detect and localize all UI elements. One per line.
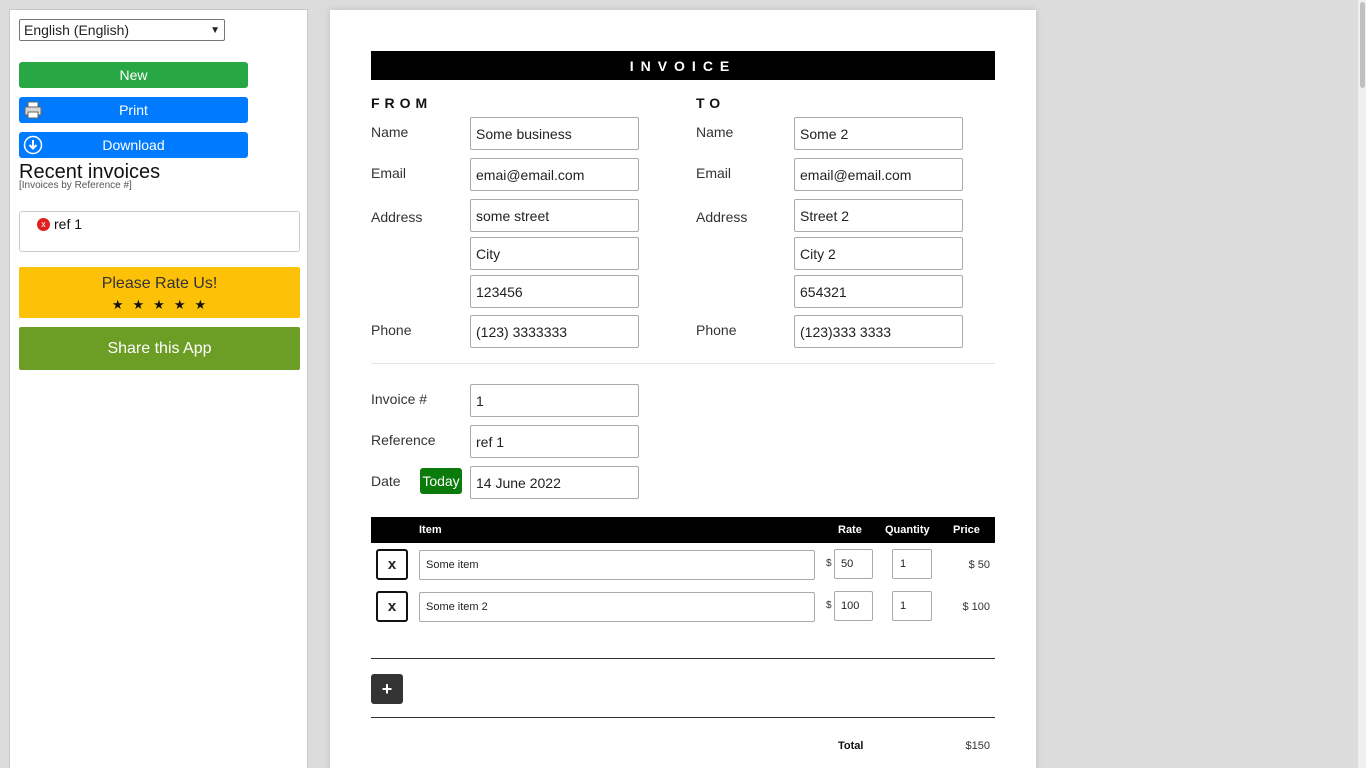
recent-invoices-list: x ref 1 [19, 211, 300, 252]
invoice-number-label: Invoice # [371, 391, 428, 407]
from-city-field[interactable]: City [470, 237, 639, 270]
today-button[interactable]: Today [420, 468, 462, 494]
items-divider-bottom [371, 717, 995, 718]
to-name-label: Name [696, 124, 734, 140]
item-rate-field[interactable]: 100 [834, 591, 873, 621]
item-price: $ 50 [968, 559, 990, 571]
from-address-label: Address [371, 209, 423, 225]
items-divider-top [371, 658, 995, 659]
recent-invoice-label: ref 1 [54, 216, 83, 232]
to-email-field[interactable]: email@email.com [794, 158, 963, 191]
recent-invoice-item[interactable]: x ref 1 [37, 216, 82, 232]
to-heading: TO [696, 95, 726, 111]
download-button-label: Download [102, 137, 165, 153]
date-label: Date [371, 473, 401, 489]
item-quantity-field[interactable]: 1 [892, 549, 932, 579]
from-name-label: Name [371, 124, 409, 140]
from-email-field[interactable]: emai@email.com [470, 158, 639, 191]
remove-item-button[interactable]: x [376, 591, 408, 622]
rate-column-header: Rate [838, 524, 862, 536]
item-column-header: Item [419, 524, 442, 536]
sidebar: English (English) ▼ New Print Download R… [9, 9, 308, 768]
print-button[interactable]: Print [19, 97, 248, 123]
from-name-field[interactable]: Some business [470, 117, 639, 150]
section-divider [371, 363, 995, 364]
to-email-label: Email [696, 165, 732, 181]
item-rate-field[interactable]: 50 [834, 549, 873, 579]
rate-us-button[interactable]: Please Rate Us! ★★★★★ [19, 267, 300, 318]
language-select-value: English (English) [24, 22, 130, 38]
from-heading: FROM [371, 95, 433, 111]
from-email-label: Email [371, 165, 407, 181]
to-name-field[interactable]: Some 2 [794, 117, 963, 150]
printer-icon [22, 99, 44, 121]
download-icon [22, 134, 44, 156]
total-label: Total [838, 740, 864, 752]
new-button[interactable]: New [19, 62, 248, 88]
reference-field[interactable]: ref 1 [470, 425, 639, 458]
to-street-field[interactable]: Street 2 [794, 199, 963, 232]
to-phone-field[interactable]: (123)333 3333 [794, 315, 963, 348]
currency-symbol: $ [826, 558, 832, 569]
rate-us-label: Please Rate Us! [101, 275, 218, 292]
scrollbar-thumb[interactable] [1360, 2, 1365, 88]
reference-label: Reference [371, 432, 436, 448]
invoice-number-field[interactable]: 1 [470, 384, 639, 417]
from-zip-field[interactable]: 123456 [470, 275, 639, 308]
date-field[interactable]: 14 June 2022 [470, 466, 639, 499]
download-button[interactable]: Download [19, 132, 248, 158]
to-phone-label: Phone [696, 322, 737, 338]
scrollbar[interactable] [1358, 0, 1366, 768]
currency-symbol: $ [826, 600, 832, 611]
item-description-field[interactable]: Some item [419, 550, 815, 580]
price-column-header: Price [953, 524, 980, 536]
from-phone-field[interactable]: (123) 3333333 [470, 315, 639, 348]
remove-item-button[interactable]: x [376, 549, 408, 580]
item-price: $ 100 [962, 601, 990, 613]
print-button-label: Print [119, 102, 148, 118]
language-select[interactable]: English (English) ▼ [19, 19, 225, 41]
quantity-column-header: Quantity [885, 524, 930, 536]
to-city-field[interactable]: City 2 [794, 237, 963, 270]
invoice-page: INVOICE FROM Name Some business Email em… [330, 10, 1036, 768]
item-quantity-field[interactable]: 1 [892, 591, 932, 621]
from-street-field[interactable]: some street [470, 199, 639, 232]
chevron-down-icon: ▼ [210, 24, 220, 36]
from-phone-label: Phone [371, 322, 412, 338]
stars-icon: ★★★★★ [111, 297, 216, 312]
to-zip-field[interactable]: 654321 [794, 275, 963, 308]
share-app-button[interactable]: Share this App [19, 327, 300, 370]
invoice-title: INVOICE [371, 51, 995, 80]
new-button-label: New [119, 67, 148, 83]
to-address-label: Address [696, 209, 748, 225]
total-value: $150 [965, 740, 990, 752]
delete-icon[interactable]: x [37, 217, 50, 231]
items-table-header: Item Rate Quantity Price [371, 517, 995, 543]
item-description-field[interactable]: Some item 2 [419, 592, 815, 622]
recent-invoices-subtitle: [Invoices by Reference #] [19, 180, 132, 191]
share-app-label: Share this App [107, 339, 212, 357]
add-item-button[interactable]: + [371, 674, 403, 704]
